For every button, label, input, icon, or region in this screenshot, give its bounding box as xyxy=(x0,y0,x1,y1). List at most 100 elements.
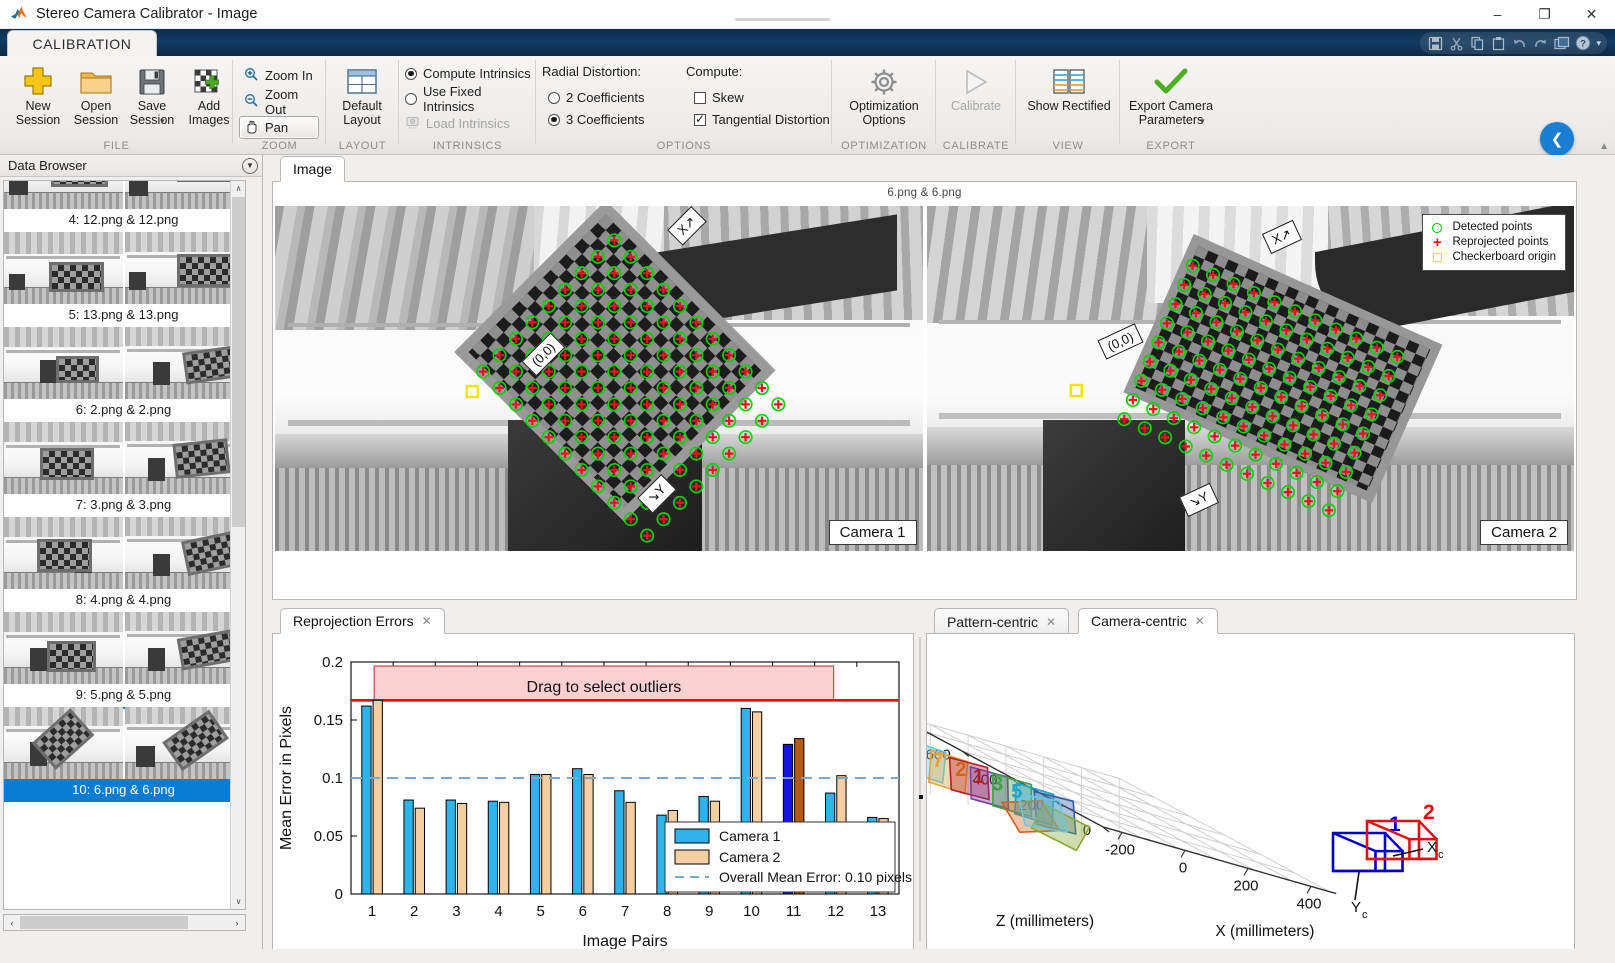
collapse-ribbon-icon[interactable]: ▲ xyxy=(1599,141,1609,152)
default-layout-button[interactable]: Default Layout xyxy=(326,60,398,133)
cut-icon[interactable] xyxy=(1447,34,1466,52)
svg-text:11: 11 xyxy=(786,903,802,920)
default-layout-label: Default Layout xyxy=(342,99,382,127)
redo-icon[interactable] xyxy=(1531,34,1550,52)
zoom-in-button[interactable]: Zoom In xyxy=(239,64,322,87)
close-icon[interactable]: ✕ xyxy=(1046,615,1056,629)
tab-pattern-centric-label: Pattern-centric xyxy=(947,613,1039,630)
camera2-image-view[interactable]: X↗ (0,0) ↘Y Camera 2 Detected points + R… xyxy=(926,206,1574,551)
data-browser-item[interactable]: 8: 4.png & 4.png xyxy=(4,517,243,612)
close-button[interactable]: ✕ xyxy=(1568,0,1615,29)
tab-pattern-centric[interactable]: Pattern-centric ✕ xyxy=(934,608,1070,634)
zoom-out-label: Zoom Out xyxy=(265,86,299,117)
tab-image[interactable]: Image xyxy=(280,156,345,182)
pan-hand-icon xyxy=(244,119,259,137)
radial-3-coefficients-label: 3 Coefficients xyxy=(566,112,645,127)
tab-camera-centric-label: Camera-centric xyxy=(1091,613,1187,629)
play-triangle-icon xyxy=(960,64,992,100)
tab-reprojection-errors[interactable]: Reprojection Errors ✕ xyxy=(280,608,445,634)
zoom-out-button[interactable]: Zoom Out xyxy=(239,87,326,117)
svg-text:5: 5 xyxy=(537,903,545,920)
radio-indicator-icon xyxy=(405,67,417,80)
reprojection-errors-chart[interactable]: 00.050.10.150.2Drag to select outliers1 2… xyxy=(273,634,913,954)
tab-image-label: Image xyxy=(293,161,332,177)
data-browser-item[interactable]: 9: 5.png & 5.png xyxy=(4,612,243,707)
show-rectified-icon xyxy=(1052,64,1086,100)
zoom-in-label: Zoom In xyxy=(265,68,313,83)
close-icon[interactable]: ✕ xyxy=(1195,614,1205,628)
load-intrinsics-icon xyxy=(405,115,420,133)
export-camera-parameters-caret-icon[interactable]: ▾ xyxy=(1200,116,1205,127)
ribbon-group-export-label: EXPORT xyxy=(1146,140,1196,152)
data-browser-item[interactable]: 5: 13.png & 13.png xyxy=(4,232,243,327)
scroll-right-arrow-icon[interactable]: › xyxy=(229,915,245,930)
ribbon-group-intrinsics-label: INTRINSICS xyxy=(432,140,503,152)
data-browser-vertical-scrollbar[interactable]: ∧ ∨ xyxy=(230,181,245,909)
ribbon-group-options-label: OPTIONS xyxy=(656,140,712,152)
paste-icon[interactable] xyxy=(1489,34,1508,52)
load-intrinsics-label: Load Intrinsics xyxy=(426,116,510,131)
svg-text:0.15: 0.15 xyxy=(314,712,343,729)
data-browser-item[interactable]: 4: 12.png & 12.png xyxy=(4,181,243,232)
svg-text:Y: Y xyxy=(1351,899,1361,916)
plus-icon xyxy=(21,64,55,100)
data-browser-item[interactable]: 10: 6.png & 6.png xyxy=(4,707,243,802)
save-session-caret-icon[interactable]: ▾ xyxy=(160,116,165,127)
window-drag-handle[interactable] xyxy=(735,18,830,21)
undo-icon[interactable] xyxy=(1510,34,1529,52)
panel-splitter[interactable] xyxy=(914,607,926,955)
tangential-distortion-checkbox[interactable]: Tangential Distortion xyxy=(694,109,830,130)
copy-icon[interactable] xyxy=(1468,34,1487,52)
svg-text:c: c xyxy=(1362,909,1368,921)
data-browser-item[interactable]: 7: 3.png & 3.png xyxy=(4,422,243,517)
camera-centric-3d-plot[interactable]: -20002004000200400600800-100010087213512… xyxy=(927,634,1574,954)
checkbox-indicator-icon xyxy=(694,91,706,104)
use-fixed-intrinsics-label: Use Fixed Intrinsics xyxy=(423,83,482,114)
ribbon-group-options: Radial Distortion: 2 Coefficients 3 Coef… xyxy=(536,56,832,155)
data-browser-item[interactable]: 6: 2.png & 2.png xyxy=(4,327,243,422)
tab-calibration-label: CALIBRATION xyxy=(32,35,132,52)
horizontal-scroll-thumb[interactable] xyxy=(20,916,188,929)
camera1-image-view[interactable]: X↗ (0,0) ↘Y Camera 1 xyxy=(275,206,923,551)
chevron-down-circle-icon[interactable]: ▼ xyxy=(242,157,258,174)
thumbnail-camera1 xyxy=(4,232,123,304)
layout-icon[interactable] xyxy=(1552,34,1571,52)
data-browser-item-label: 5: 13.png & 13.png xyxy=(68,307,179,322)
use-fixed-intrinsics-radio[interactable]: Use Fixed Intrinsics xyxy=(405,84,536,114)
compute-intrinsics-radio[interactable]: Compute Intrinsics xyxy=(405,63,531,84)
svg-text:X (millimeters): X (millimeters) xyxy=(1215,923,1314,940)
radial-2-coefficients-radio[interactable]: 2 Coefficients xyxy=(548,87,645,108)
data-browser-horizontal-scrollbar[interactable]: ‹ › xyxy=(3,914,246,931)
vertical-scroll-thumb[interactable] xyxy=(232,197,245,527)
svg-text:2: 2 xyxy=(1423,801,1435,824)
pan-button[interactable]: Pan xyxy=(239,116,319,139)
zoom-in-icon xyxy=(244,67,259,85)
minimize-button[interactable]: – xyxy=(1474,0,1521,29)
svg-text:1: 1 xyxy=(973,766,984,788)
scroll-down-arrow-icon[interactable]: ∨ xyxy=(231,894,245,909)
data-browser-list[interactable]: 4: 12.png & 12.png 5: 13.png & 13.png 6:… xyxy=(3,180,246,910)
svg-text:Z (millimeters): Z (millimeters) xyxy=(996,913,1094,930)
svg-text:-200: -200 xyxy=(1105,841,1135,858)
ribbon-expand-button[interactable]: ❮ xyxy=(1540,122,1574,156)
thumbnail-camera2 xyxy=(124,232,243,304)
help-icon[interactable]: ? xyxy=(1573,34,1592,52)
title-bar: Stereo Camera Calibrator - Image – ❐ ✕ xyxy=(0,0,1615,29)
close-icon[interactable]: ✕ xyxy=(422,614,432,628)
scroll-left-arrow-icon[interactable]: ‹ xyxy=(4,915,20,930)
show-rectified-button[interactable]: Show Rectified xyxy=(1026,60,1112,133)
svg-text:Image Pairs: Image Pairs xyxy=(582,933,667,950)
optimization-options-button[interactable]: Optimization Options xyxy=(848,60,920,133)
ribbon-group-calibrate: Calibrate CALIBRATE xyxy=(936,56,1016,155)
maximize-button[interactable]: ❐ xyxy=(1521,0,1568,29)
skew-checkbox[interactable]: Skew xyxy=(694,87,744,108)
tab-calibration[interactable]: CALIBRATION xyxy=(7,30,157,56)
radial-3-coefficients-radio[interactable]: 3 Coefficients xyxy=(548,109,645,130)
reprojection-errors-panel: Reprojection Errors ✕ 0 0.05 0.1 0.15 0.2 Dra… xyxy=(272,607,914,955)
quick-access-caret-icon[interactable]: ▾ xyxy=(1594,38,1601,49)
scroll-up-arrow-icon[interactable]: ∧ xyxy=(231,181,245,196)
matlab-logo-icon xyxy=(10,5,28,23)
thumbnail-camera2 xyxy=(124,612,243,684)
tab-camera-centric[interactable]: Camera-centric ✕ xyxy=(1078,608,1218,634)
save-icon[interactable] xyxy=(1426,34,1445,52)
